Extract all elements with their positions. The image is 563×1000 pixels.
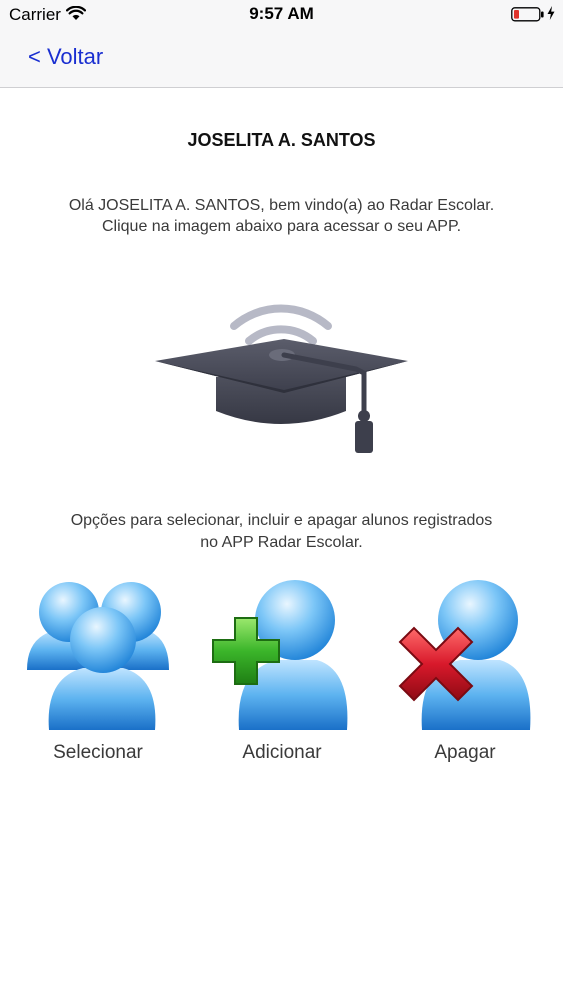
screen: Carrier 9:57 AM < Voltar JOSELITA A. SAN…	[0, 0, 563, 1000]
welcome-message: Olá JOSELITA A. SANTOS, bem vindo(a) ao …	[0, 195, 563, 237]
add-label: Adicionar	[242, 742, 322, 763]
user-name-title: JOSELITA A. SANTOS	[187, 130, 376, 150]
back-button[interactable]: < Voltar	[28, 44, 103, 70]
charging-icon	[547, 6, 555, 20]
welcome-line-2: Clique na imagem abaixo para acessar o s…	[101, 218, 462, 235]
delete-student-button[interactable]: Apagar	[380, 578, 550, 778]
options-description: Opções para selecionar, incluir e apagar…	[0, 510, 563, 554]
open-app-image-button[interactable]	[150, 295, 412, 460]
graduation-cap-wifi-icon	[155, 304, 408, 453]
navigation-bar: < Voltar	[0, 30, 563, 88]
battery-icon	[511, 7, 544, 22]
users-group-icon	[27, 582, 169, 730]
select-label: Selecionar	[53, 742, 143, 763]
delete-label: Apagar	[434, 742, 496, 763]
select-students-button[interactable]: Selecionar	[13, 578, 183, 778]
options-line-2: no APP Radar Escolar.	[200, 534, 363, 551]
status-bar: Carrier 9:57 AM	[0, 0, 563, 30]
add-student-button[interactable]: Adicionar	[197, 578, 367, 778]
options-line-1: Opções para selecionar, incluir e apagar…	[70, 512, 493, 529]
clock: 9:57 AM	[249, 4, 314, 23]
user-add-icon	[212, 580, 348, 730]
welcome-line-1: Olá JOSELITA A. SANTOS, bem vindo(a) ao …	[68, 197, 495, 214]
user-delete-icon	[398, 580, 531, 730]
